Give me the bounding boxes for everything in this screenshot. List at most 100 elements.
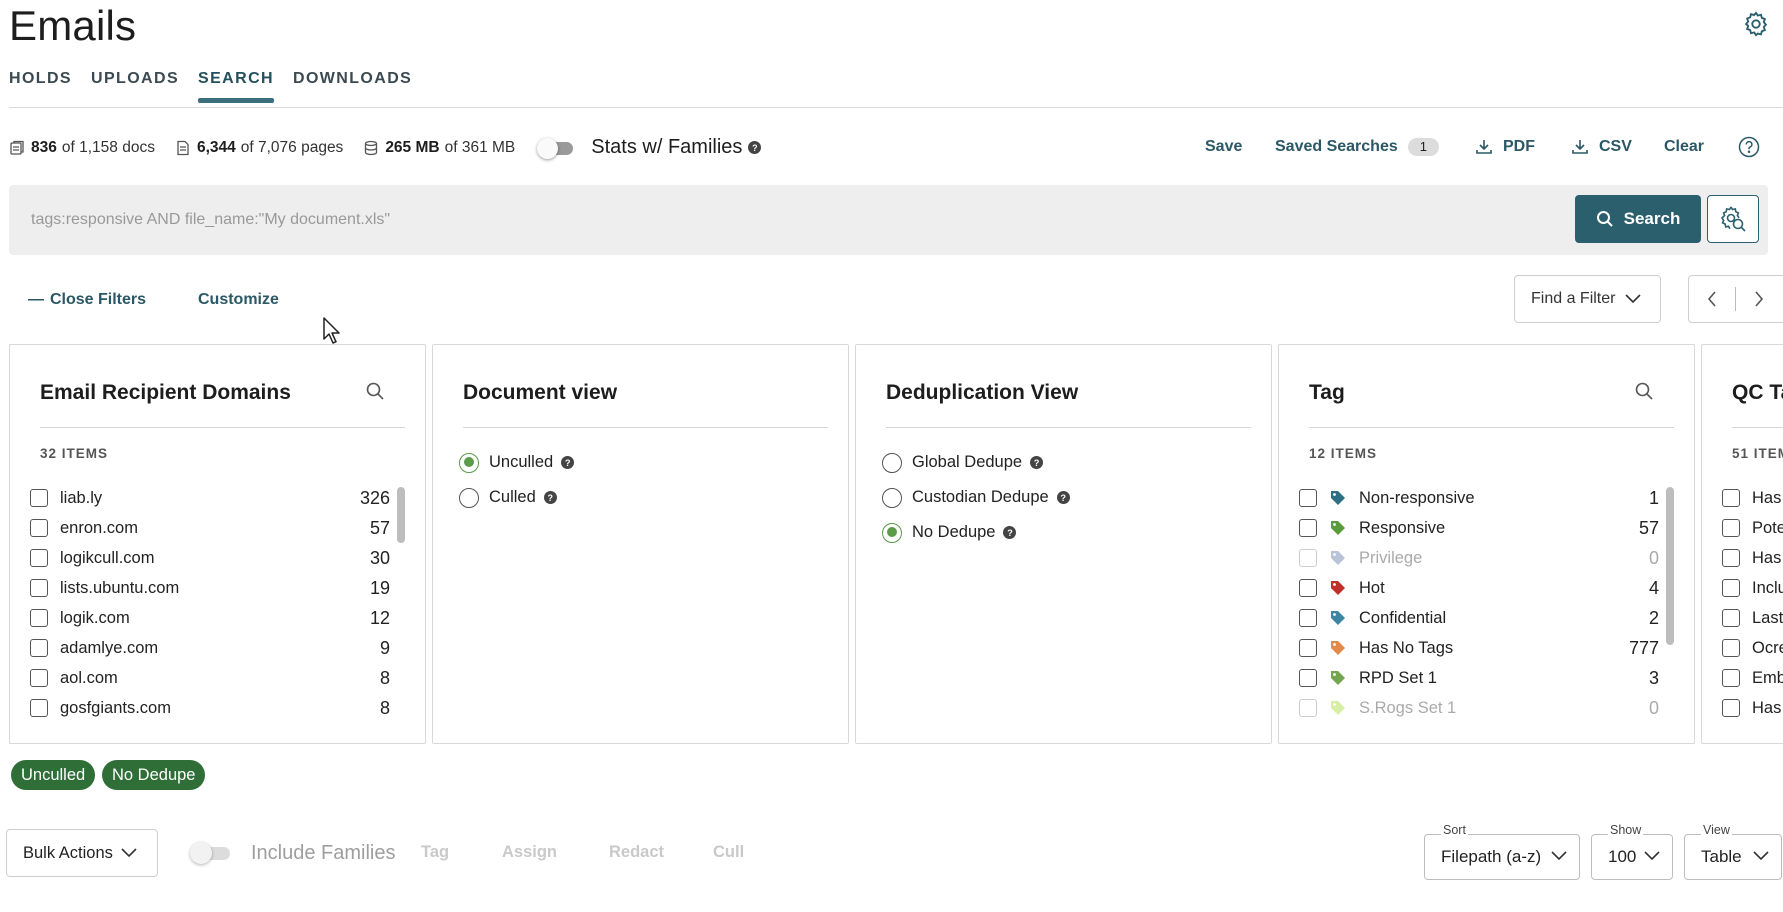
settings-gear-icon[interactable] [1742, 10, 1770, 38]
include-families-toggle[interactable] [190, 841, 238, 865]
radio-option-no-dedupe[interactable]: No Dedupe? [882, 515, 1070, 550]
checkbox[interactable] [1722, 669, 1740, 687]
checkbox[interactable] [1722, 639, 1740, 657]
list-item[interactable]: Has [1722, 543, 1783, 573]
scrollbar-thumb[interactable] [1666, 487, 1674, 645]
filter-chip-no-dedupe[interactable]: No Dedupe [102, 760, 206, 790]
help-icon[interactable]: ? [748, 141, 762, 154]
filter-chip-unculled[interactable]: Unculled [11, 760, 96, 790]
size-total: of 361 MB [444, 138, 516, 156]
find-filter-dropdown[interactable]: Find a Filter [1514, 275, 1661, 323]
list-item[interactable]: Emb [1722, 663, 1783, 693]
assign-action-button[interactable]: Assign [502, 843, 557, 862]
help-icon[interactable]: ? [1030, 456, 1044, 469]
list-item[interactable]: Has No Tags 777 [1299, 633, 1659, 663]
scrollbar[interactable] [1666, 483, 1674, 723]
checkbox[interactable] [1299, 579, 1317, 597]
list-item[interactable]: Hot 4 [1299, 573, 1659, 603]
previous-filters-button[interactable] [1689, 276, 1735, 322]
tab-search[interactable]: SEARCH [198, 70, 274, 103]
advanced-search-settings-button[interactable] [1707, 195, 1759, 243]
checkbox[interactable] [1722, 609, 1740, 627]
tag-action-button[interactable]: Tag [421, 843, 449, 862]
list-item[interactable]: aol.com 8 [30, 663, 390, 693]
help-icon[interactable]: ? [1056, 491, 1070, 504]
radio-button[interactable] [459, 452, 479, 473]
pdf-download-button[interactable]: PDF [1475, 138, 1535, 156]
customize-button[interactable]: Customize [198, 291, 279, 309]
sort-select[interactable]: Sort Filepath (a-z) [1424, 823, 1580, 880]
checkbox[interactable] [30, 489, 48, 507]
stats-families-toggle[interactable] [537, 137, 575, 159]
scrollbar[interactable] [397, 483, 405, 723]
checkbox[interactable] [30, 609, 48, 627]
cull-action-button[interactable]: Cull [713, 843, 744, 862]
list-item[interactable]: Responsive 57 [1299, 513, 1659, 543]
list-item[interactable]: Ocre [1722, 633, 1783, 663]
list-item[interactable]: logik.com 12 [30, 603, 390, 633]
checkbox[interactable] [1722, 699, 1740, 717]
checkbox[interactable] [1722, 519, 1740, 537]
show-count-select[interactable]: Show 100 [1591, 823, 1673, 880]
list-item[interactable]: Inclu [1722, 573, 1783, 603]
search-icon[interactable] [1634, 381, 1654, 401]
close-filters-button[interactable]: Close Filters [28, 291, 146, 309]
help-icon[interactable]: ? [561, 456, 575, 469]
checkbox[interactable] [30, 669, 48, 687]
checkbox[interactable] [1299, 639, 1317, 657]
list-item[interactable]: Pote [1722, 513, 1783, 543]
search-icon[interactable] [365, 381, 385, 401]
radio-option-custodian-dedupe[interactable]: Custodian Dedupe? [882, 480, 1070, 515]
help-circle-icon[interactable] [1738, 136, 1760, 158]
checkbox[interactable] [1299, 609, 1317, 627]
checkbox[interactable] [1299, 669, 1317, 687]
next-filters-button[interactable] [1736, 276, 1782, 322]
checkbox[interactable] [1299, 489, 1317, 507]
radio-button[interactable] [882, 487, 902, 508]
list-item[interactable]: Has [1722, 483, 1783, 513]
list-item[interactable]: enron.com 57 [30, 513, 390, 543]
tab-holds[interactable]: HOLDS [9, 70, 72, 88]
checkbox[interactable] [1722, 489, 1740, 507]
checkbox[interactable] [30, 699, 48, 717]
tab-downloads[interactable]: DOWNLOADS [293, 70, 412, 88]
checkbox[interactable] [1722, 549, 1740, 567]
bulk-actions-dropdown[interactable]: Bulk Actions [6, 829, 158, 877]
checkbox[interactable] [1299, 519, 1317, 537]
docs-stat: 836 of 1,158 docs [9, 139, 155, 157]
help-icon[interactable]: ? [1003, 526, 1017, 539]
checkbox[interactable] [30, 579, 48, 597]
saved-searches-button[interactable]: Saved Searches 1 [1275, 138, 1439, 156]
clear-button[interactable]: Clear [1664, 138, 1704, 156]
list-item[interactable]: liab.ly 326 [30, 483, 390, 513]
radio-button[interactable] [882, 522, 902, 543]
redact-action-button[interactable]: Redact [609, 843, 664, 862]
list-item[interactable]: lists.ubuntu.com 19 [30, 573, 390, 603]
list-item[interactable]: Has [1722, 693, 1783, 723]
view-select[interactable]: View Table [1684, 823, 1782, 880]
csv-download-button[interactable]: CSV [1571, 138, 1632, 156]
list-item[interactable]: gosfgiants.com 8 [30, 693, 390, 723]
help-icon[interactable]: ? [543, 491, 557, 504]
search-button[interactable]: Search [1575, 195, 1701, 243]
checkbox[interactable] [30, 639, 48, 657]
checkbox[interactable] [30, 549, 48, 567]
radio-option-culled[interactable]: Culled? [459, 480, 574, 515]
save-button[interactable]: Save [1205, 138, 1242, 156]
scrollbar-thumb[interactable] [397, 487, 405, 543]
list-item[interactable]: logikcull.com 30 [30, 543, 390, 573]
radio-button[interactable] [459, 487, 479, 508]
radio-option-global-dedupe[interactable]: Global Dedupe? [882, 445, 1070, 480]
list-item[interactable]: adamlye.com 9 [30, 633, 390, 663]
list-item[interactable]: RPD Set 13 [1299, 663, 1659, 693]
checkbox[interactable] [1722, 579, 1740, 597]
search-input[interactable] [21, 201, 1561, 239]
radio-button[interactable] [882, 452, 902, 473]
list-item[interactable]: Last [1722, 603, 1783, 633]
list-item[interactable]: Non-responsive 1 [1299, 483, 1659, 513]
checkbox[interactable] [30, 519, 48, 537]
list-item[interactable]: Confidential 2 [1299, 603, 1659, 633]
pages-stat: 6,344 of 7,076 pages [175, 139, 343, 157]
radio-option-unculled[interactable]: Unculled? [459, 445, 575, 480]
tab-uploads[interactable]: UPLOADS [91, 70, 179, 88]
